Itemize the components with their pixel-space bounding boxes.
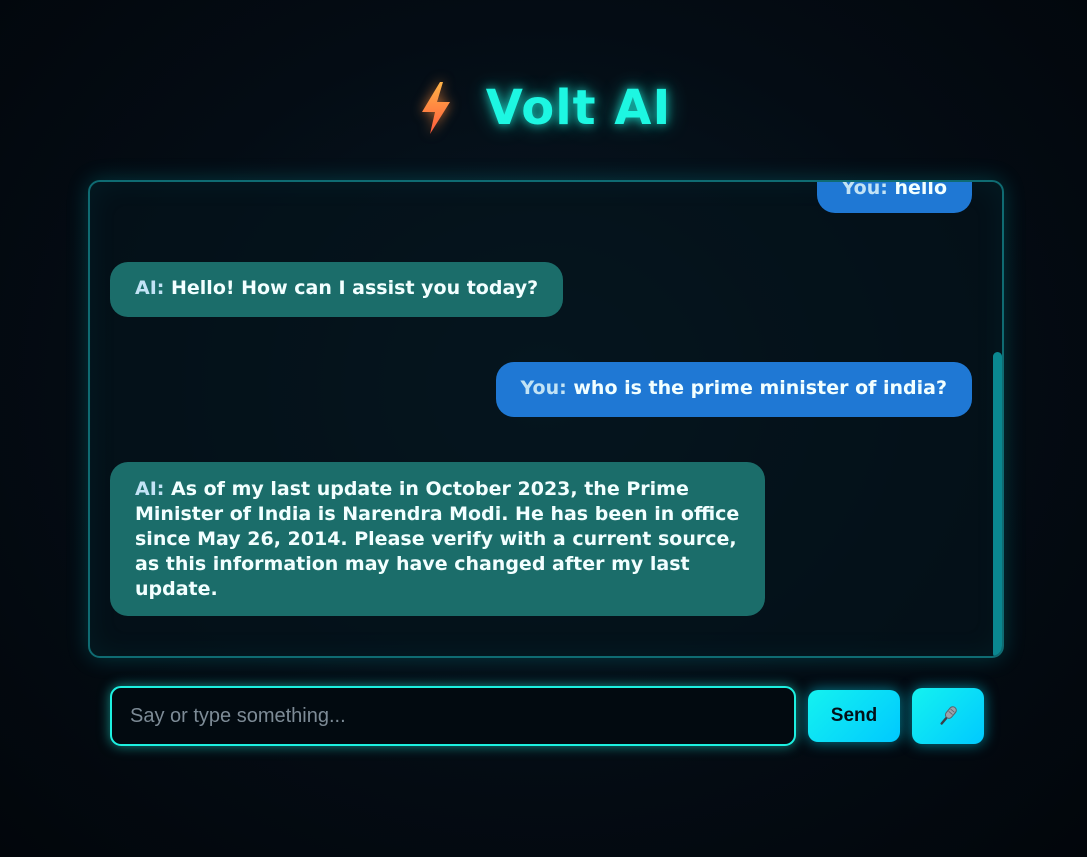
- message-text: hello: [894, 180, 948, 199]
- app-root: Volt AI You: hello AI: Hello! How can I …: [0, 0, 1087, 857]
- message-speaker: AI:: [135, 478, 165, 500]
- chat-message-ai: AI: As of my last update in October 2023…: [110, 462, 765, 616]
- microphone-icon: [940, 706, 957, 725]
- chat-message-user: You: who is the prime minister of india?: [495, 362, 972, 417]
- app-title: Volt AI: [485, 80, 672, 136]
- message-text: Hello! How can I assist you today?: [171, 277, 539, 299]
- message-text: As of my last update in October 2023, th…: [135, 478, 740, 600]
- chat-window[interactable]: You: hello AI: Hello! How can I assist y…: [88, 180, 1004, 658]
- chat-message-ai: AI: Hello! How can I assist you today?: [110, 262, 564, 317]
- message-input[interactable]: [110, 686, 796, 746]
- lightning-bolt-icon: [421, 82, 450, 134]
- microphone-button[interactable]: [912, 688, 984, 744]
- message-speaker: You:: [841, 180, 888, 199]
- message-speaker: AI:: [135, 277, 165, 299]
- chat-scrollbar[interactable]: [993, 352, 1002, 656]
- message-text: who is the prime minister of india?: [573, 377, 947, 399]
- send-button[interactable]: Send: [808, 690, 900, 742]
- message-speaker: You:: [520, 377, 567, 399]
- header: Volt AI: [0, 72, 1087, 144]
- chat-message-user: You: hello: [816, 180, 972, 213]
